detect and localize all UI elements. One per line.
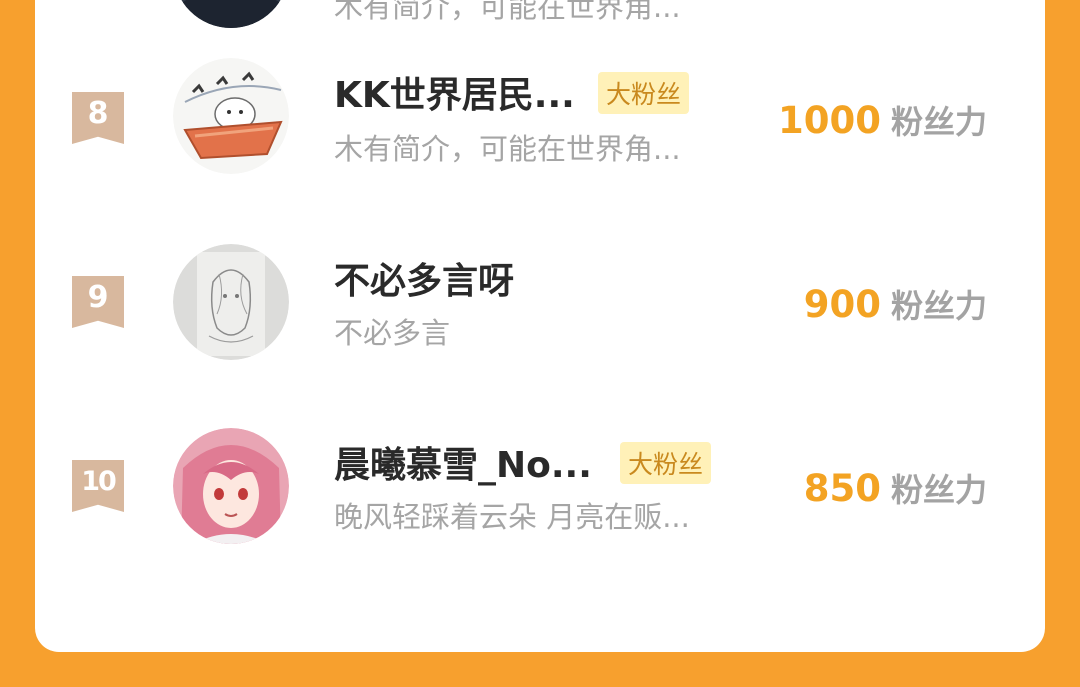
fan-power-score: 1000 粉丝力 [778, 97, 987, 143]
big-fan-badge: 大粉丝 [598, 72, 690, 114]
fan-ranking-card: 木有简介，可能在世界角... 8 KK世界居民... 大粉丝 木有简介，可能在世… [35, 0, 1045, 652]
fan-power-value: 1000 [778, 99, 881, 142]
fan-power-value: 900 [803, 283, 881, 326]
rank-ribbon-icon: 8 [72, 92, 124, 144]
rank-ribbon-icon: 9 [72, 276, 124, 328]
rank-ribbon-icon: 10 [72, 460, 124, 512]
fan-power-score: 850 粉丝力 [804, 465, 987, 511]
big-fan-badge: 大粉丝 [620, 442, 712, 484]
fan-power-unit: 粉丝力 [890, 287, 987, 325]
user-name[interactable]: 晨曦慕雪_No... [334, 436, 592, 488]
fan-row-10[interactable]: 10 晨曦慕雪_No... 大粉丝 晚风轻踩着云朵 月亮在贩... 850 粉丝力 [35, 428, 1045, 590]
user-avatar[interactable] [173, 244, 289, 360]
user-description: 不必多言 [334, 316, 451, 350]
user-description: 木有简介，可能在世界角... [334, 0, 681, 24]
user-name[interactable]: 不必多言呀 [334, 252, 514, 304]
fan-power-unit: 粉丝力 [890, 471, 987, 509]
user-avatar[interactable] [173, 428, 289, 544]
user-avatar[interactable] [173, 0, 289, 28]
fan-power-score: 900 粉丝力 [804, 281, 987, 327]
user-description: 晚风轻踩着云朵 月亮在贩... [334, 500, 690, 534]
user-description: 木有简介，可能在世界角... [334, 132, 681, 166]
fan-power-unit: 粉丝力 [890, 103, 987, 141]
user-avatar[interactable] [173, 58, 289, 174]
fan-row-8[interactable]: 8 KK世界居民... 大粉丝 木有简介，可能在世界角... 1000 粉丝力 [35, 58, 1045, 222]
fan-power-value: 850 [803, 467, 881, 510]
fan-row-9[interactable]: 9 不必多言呀 不必多言 900 粉丝力 [35, 244, 1045, 406]
user-name[interactable]: KK世界居民... [334, 66, 575, 118]
